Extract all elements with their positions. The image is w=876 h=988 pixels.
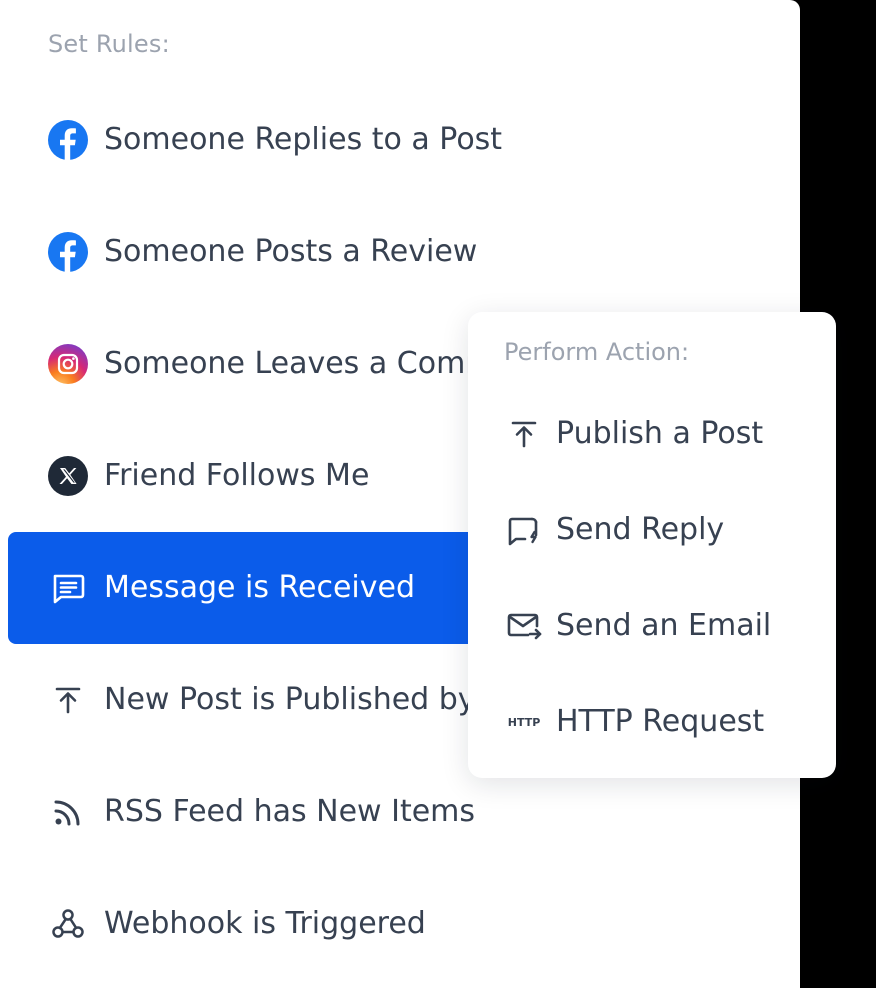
action-item-publish-post[interactable]: Publish a Post — [468, 386, 836, 482]
webhook-icon — [48, 904, 88, 944]
instagram-icon — [48, 344, 88, 384]
rule-label: Friend Follows Me — [104, 458, 370, 493]
rule-label: Someone Posts a Review — [104, 234, 478, 269]
message-icon — [48, 568, 88, 608]
upload-icon — [48, 680, 88, 720]
rule-label: Message is Received — [104, 570, 416, 605]
rule-label: New Post is Published by — [104, 682, 476, 717]
rule-label: RSS Feed has New Items — [104, 794, 476, 829]
rule-item-posts-review[interactable]: Someone Posts a Review — [8, 196, 768, 308]
email-send-icon — [504, 606, 544, 646]
action-title: Perform Action: — [504, 338, 690, 366]
reply-icon — [504, 510, 544, 550]
facebook-icon — [48, 120, 88, 160]
action-label: Publish a Post — [556, 416, 764, 451]
rule-item-webhook[interactable]: Webhook is Triggered — [8, 868, 768, 980]
action-label: Send an Email — [556, 608, 772, 643]
rule-item-replies-to-post[interactable]: Someone Replies to a Post — [8, 84, 768, 196]
x-logo-icon — [48, 456, 88, 496]
action-item-send-email[interactable]: Send an Email — [468, 578, 836, 674]
facebook-icon — [48, 232, 88, 272]
action-label: Send Reply — [556, 512, 725, 547]
rule-label: Someone Replies to a Post — [104, 122, 503, 157]
http-icon-text: HTTP — [508, 716, 541, 729]
action-panel: Perform Action: Publish a Post Send Repl… — [468, 312, 836, 778]
rss-icon — [48, 792, 88, 832]
action-item-http-request[interactable]: HTTP HTTP Request — [468, 674, 836, 770]
http-icon: HTTP — [504, 702, 544, 742]
action-item-send-reply[interactable]: Send Reply — [468, 482, 836, 578]
action-label: HTTP Request — [556, 704, 765, 739]
rules-title: Set Rules: — [48, 30, 170, 58]
upload-icon — [504, 414, 544, 454]
rule-label: Webhook is Triggered — [104, 906, 426, 941]
